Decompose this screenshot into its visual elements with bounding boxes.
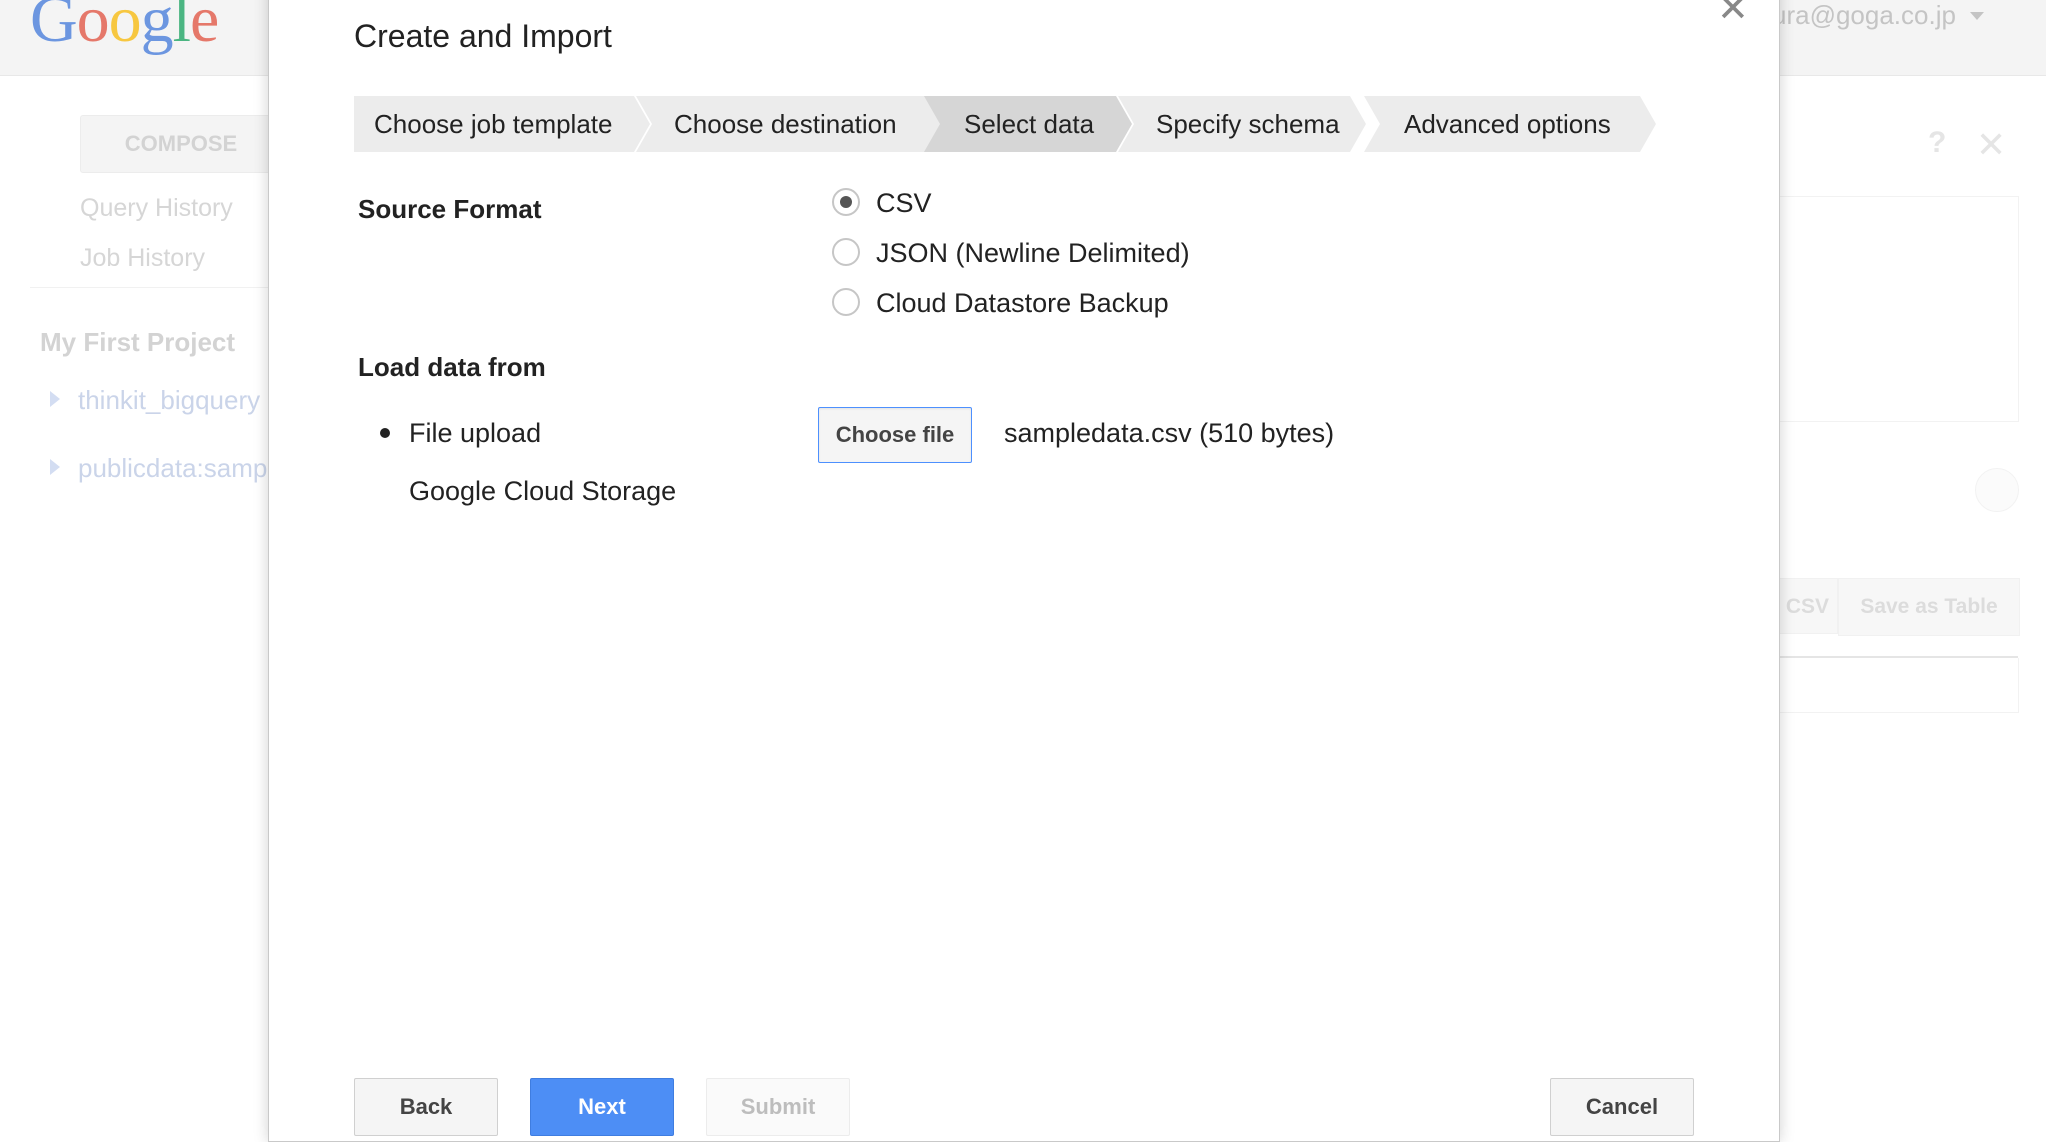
cancel-button[interactable]: Cancel	[1550, 1078, 1694, 1136]
step-label: Choose destination	[674, 109, 897, 139]
back-button[interactable]: Back	[354, 1078, 498, 1136]
source-format-label: Source Format	[358, 194, 542, 224]
step-label: Choose job template	[374, 109, 613, 139]
radio-button-checked[interactable]	[832, 188, 860, 216]
load-option-cloud-storage[interactable]: Google Cloud Storage	[409, 474, 676, 508]
selected-file-name: sampledata.csv (510 bytes)	[1004, 418, 1335, 448]
choose-file-button[interactable]: Choose file	[818, 407, 972, 463]
step-select-data[interactable]: Select data	[924, 96, 1132, 152]
load-data-from-label: Load data from	[358, 352, 546, 382]
next-button[interactable]: Next	[530, 1078, 674, 1136]
radio-button[interactable]	[832, 238, 860, 266]
submit-button[interactable]: Submit	[706, 1078, 850, 1136]
step-label: Advanced options	[1404, 109, 1611, 139]
step-advanced-options[interactable]: Advanced options	[1364, 96, 1656, 152]
radio-label[interactable]: CSV	[876, 186, 932, 220]
dialog-title: Create and Import	[354, 18, 612, 54]
create-import-dialog	[268, 0, 1780, 1142]
load-option-file-upload[interactable]: File upload	[409, 416, 541, 450]
selected-bullet-icon	[380, 428, 390, 438]
radio-label[interactable]: Cloud Datastore Backup	[876, 286, 1169, 320]
step-label: Specify schema	[1156, 109, 1340, 139]
dialog-close-icon[interactable]: ✕	[1717, 0, 1749, 28]
step-choose-destination[interactable]: Choose destination	[636, 96, 946, 152]
step-choose-job-template[interactable]: Choose job template	[354, 96, 650, 152]
step-specify-schema[interactable]: Specify schema	[1118, 96, 1366, 152]
radio-label[interactable]: JSON (Newline Delimited)	[876, 236, 1190, 270]
step-label: Select data	[964, 109, 1095, 139]
radio-button[interactable]	[832, 288, 860, 316]
